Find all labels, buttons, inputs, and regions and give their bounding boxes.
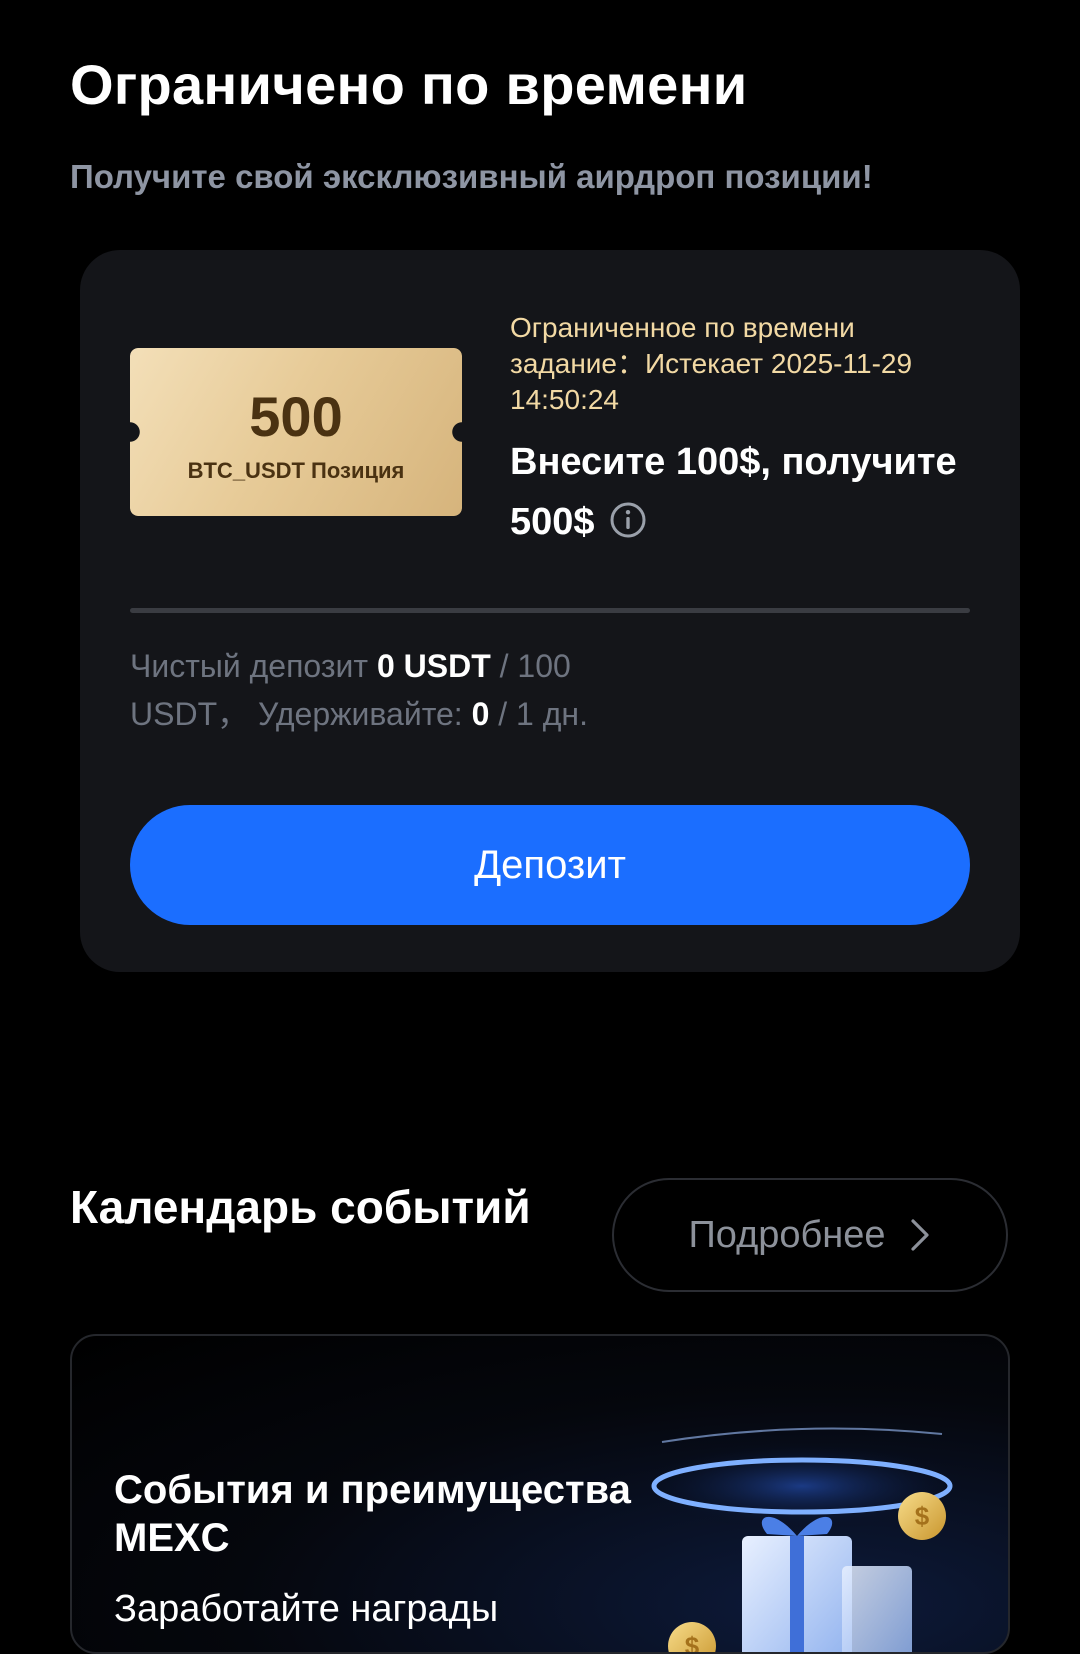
limited-section-subtitle: Получите свой эксклюзивный аирдроп позиц…: [70, 158, 873, 195]
events-calendar-title: Календарь событий: [70, 1181, 531, 1233]
ticket-label: BTC_USDT Позиция: [187, 458, 405, 483]
position-airdrop-ticket: 500 BTC_USDT Позиция: [130, 348, 462, 516]
limited-task-card: 500 BTC_USDT Позиция Ограниченное по вре…: [80, 250, 1020, 972]
gift-box-illustration: $ $: [632, 1427, 972, 1654]
hold-target: / 1 дн.: [498, 696, 588, 732]
task-deadline: Ограниченное по времени задание：Истекает…: [510, 312, 913, 415]
hold-label: Удерживайте:: [258, 696, 463, 732]
task-progress-bar: [130, 608, 970, 613]
event-banner-subtitle: Заработайте награды: [114, 1588, 499, 1630]
task-headline: Внесите 100$, получите 500$: [510, 432, 970, 552]
svg-text:$: $: [915, 1501, 930, 1531]
net-deposit-value: 0 USDT: [376, 648, 491, 684]
info-icon[interactable]: [609, 501, 647, 539]
more-button-label: Подробнее: [688, 1213, 886, 1256]
task-progress-text: Чистый депозит 0 USDT / 100 USDT， Удержи…: [130, 642, 690, 738]
more-button[interactable]: Подробнее: [612, 1178, 1008, 1292]
net-deposit-label: Чистый депозит: [130, 648, 369, 684]
task-headline-text: Внесите 100$, получите 500$: [510, 441, 957, 543]
chevron-right-icon: [910, 1219, 929, 1251]
mexc-events-banner[interactable]: События и преимущества MEXC Заработайте …: [70, 1334, 1010, 1654]
event-banner-title: События и преимущества MEXC: [114, 1468, 631, 1560]
ticket-amount: 500: [249, 385, 343, 448]
hold-value: 0: [471, 696, 490, 732]
limited-section-title: Ограничено по времени: [70, 53, 748, 116]
deposit-button[interactable]: Депозит: [130, 805, 970, 925]
svg-text:$: $: [685, 1631, 700, 1654]
